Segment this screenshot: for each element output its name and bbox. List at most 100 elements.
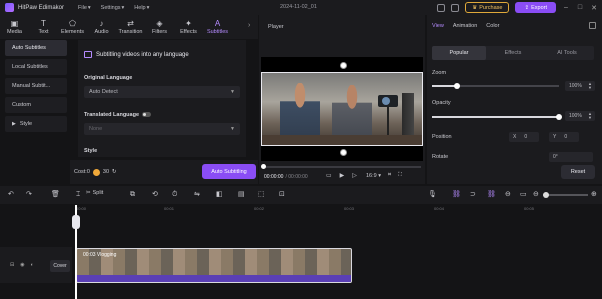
delete-icon[interactable]: 🗑: [51, 190, 60, 199]
opacity-value-field[interactable]: 100% ▲ ▼: [565, 111, 595, 121]
close-icon[interactable]: ✕: [590, 4, 598, 12]
opacity-slider[interactable]: [432, 114, 562, 120]
auto-subtitling-button[interactable]: Auto Subtitling: [202, 164, 256, 179]
minimize-icon[interactable]: –: [562, 4, 570, 11]
subtab-popular[interactable]: Popular: [432, 46, 486, 60]
transition-icon: ⇄: [127, 19, 134, 28]
purchase-button[interactable]: ♛ Purchase: [465, 2, 510, 13]
mute-icon[interactable]: ◐: [31, 262, 34, 268]
freeze-icon[interactable]: ⏱: [172, 190, 177, 199]
redo-icon[interactable]: ↷: [26, 190, 32, 199]
snap-icon[interactable]: ⛓: [487, 190, 496, 199]
video-track-header: ⊟ ◉ ◐ Cover: [0, 247, 72, 283]
timeline-ruler[interactable]: 00:00 00:01 00:02 00:03 00:04 00:05: [76, 205, 602, 213]
visibility-icon[interactable]: ◉: [20, 262, 24, 268]
mail-icon[interactable]: [451, 3, 460, 12]
video-clip[interactable]: 00:03 Vlogging: [76, 248, 352, 283]
speed-icon[interactable]: ⟲: [152, 190, 158, 199]
position-x-field[interactable]: X0: [509, 132, 539, 142]
style-label: Style: [84, 148, 98, 154]
gift-icon[interactable]: [437, 3, 446, 12]
menu-file[interactable]: File ▾: [78, 5, 91, 11]
split-button[interactable]: ✂ Split: [86, 190, 103, 196]
tab-filters[interactable]: ◈ Filters: [145, 15, 174, 39]
split-marker-icon[interactable]: ⌶: [76, 190, 80, 199]
zoom-slider-knob[interactable]: [454, 83, 460, 89]
mirror-icon[interactable]: ⇋: [194, 190, 200, 199]
tab-animation[interactable]: Animation: [453, 23, 477, 29]
zoom-slider[interactable]: [432, 83, 559, 89]
zoom-in-icon[interactable]: ⊕: [591, 190, 597, 199]
crop-icon[interactable]: ⌗: [388, 172, 391, 179]
microphone-icon[interactable]: 🎙: [428, 190, 437, 199]
fullscreen-icon[interactable]: ⛶: [398, 172, 402, 179]
preview-frame: [261, 57, 423, 161]
sidebar-item-auto-subtitles[interactable]: Auto Subtitles: [5, 40, 67, 56]
timeline-zoom-slider[interactable]: [543, 192, 588, 198]
zoom-out-icon[interactable]: ⊖: [505, 190, 511, 199]
tab-audio[interactable]: ♪ Audio: [87, 15, 116, 39]
tab-elements[interactable]: ⬠ Elements: [58, 15, 87, 39]
reset-button[interactable]: Reset: [561, 165, 595, 179]
subtab-ai-tools[interactable]: AI Tools: [540, 46, 594, 60]
sidebar-item-custom[interactable]: Custom: [5, 97, 67, 113]
translated-language-select[interactable]: None ▼: [84, 123, 240, 135]
sidebar-item-manual-subtitles[interactable]: Manual Subtit...: [5, 78, 67, 94]
cover-button[interactable]: Cover: [50, 260, 70, 272]
fit-timeline-icon[interactable]: ▭: [520, 190, 527, 199]
prev-frame-icon[interactable]: ▭: [326, 172, 332, 179]
next-frame-icon[interactable]: ▷: [352, 172, 357, 179]
tab-transition[interactable]: ⇄ Transition: [116, 15, 145, 39]
playhead-handle[interactable]: [72, 215, 80, 229]
subtab-effects[interactable]: Effects: [486, 46, 540, 60]
collapse-panel-icon[interactable]: ›: [248, 22, 250, 29]
tab-color[interactable]: Color: [486, 23, 499, 29]
screenshot-icon[interactable]: ▤: [238, 190, 245, 199]
sidebar-item-local-subtitles[interactable]: Local Subtitles: [5, 59, 67, 75]
effects-icon: ✦: [185, 19, 192, 28]
audio-icon: ♪: [99, 19, 104, 28]
stepper-icon[interactable]: ▲ ▼: [588, 112, 592, 120]
ai-tool-icon[interactable]: ⬚: [258, 190, 265, 199]
opacity-slider-knob[interactable]: [556, 114, 562, 120]
tab-subtitles[interactable]: A Subtitles: [203, 15, 232, 39]
menu-bar: File ▾ Settings ▾ Help ▾: [78, 5, 149, 11]
translate-toggle[interactable]: [142, 112, 152, 118]
lock-icon[interactable]: ⊟: [10, 262, 14, 268]
maximize-icon[interactable]: □: [576, 4, 584, 11]
rotate-handle[interactable]: [340, 62, 347, 69]
tab-media[interactable]: ▣ Media: [0, 15, 29, 39]
zoom-in-minus-icon[interactable]: ⊖: [533, 190, 539, 199]
player-panel: Player 00:00:00 / 00:00:00 ▭ ▶ ▷ 16:9 ▾ …: [259, 15, 425, 184]
rotate-value-field[interactable]: 0°: [549, 152, 593, 162]
tab-effects[interactable]: ✦ Effects: [174, 15, 203, 39]
export-button[interactable]: ⇪ Export: [515, 2, 556, 13]
link-icon[interactable]: ⛓: [452, 190, 461, 199]
more-tools-icon[interactable]: ⊡: [279, 190, 285, 199]
sidebar-item-style[interactable]: ▶ Style: [5, 116, 67, 132]
coin-icon: [92, 168, 100, 176]
playback-scrubber[interactable]: [261, 164, 421, 169]
timeline-zoom-knob[interactable]: [543, 192, 549, 198]
menu-help[interactable]: Help ▾: [134, 5, 149, 11]
tab-text[interactable]: T Text: [29, 15, 58, 39]
aspect-ratio-select[interactable]: 16:9 ▾: [366, 173, 381, 179]
clip-label: 00:03 Vlogging: [83, 252, 117, 258]
menu-settings[interactable]: Settings ▾: [101, 5, 125, 11]
resize-handle[interactable]: [340, 149, 347, 156]
play-icon[interactable]: ▶: [340, 172, 345, 179]
zoom-value-field[interactable]: 100% ▲ ▼: [565, 81, 595, 91]
crop-tool-icon[interactable]: ⧉: [130, 190, 135, 199]
undo-icon[interactable]: ↶: [8, 190, 14, 199]
opacity-label: Opacity: [432, 100, 451, 106]
reverse-icon[interactable]: ◧: [216, 190, 223, 199]
scrub-handle[interactable]: [261, 164, 266, 169]
magnet-icon[interactable]: ⊃: [470, 190, 476, 199]
video-preview[interactable]: [261, 72, 423, 146]
stepper-icon[interactable]: ▲ ▼: [588, 82, 592, 90]
refresh-icon[interactable]: ↻: [112, 169, 117, 175]
original-language-select[interactable]: Auto Detect ▼: [84, 86, 240, 98]
tab-view[interactable]: View: [432, 23, 444, 29]
detach-panel-icon[interactable]: [589, 22, 596, 29]
position-y-field[interactable]: Y0: [549, 132, 579, 142]
